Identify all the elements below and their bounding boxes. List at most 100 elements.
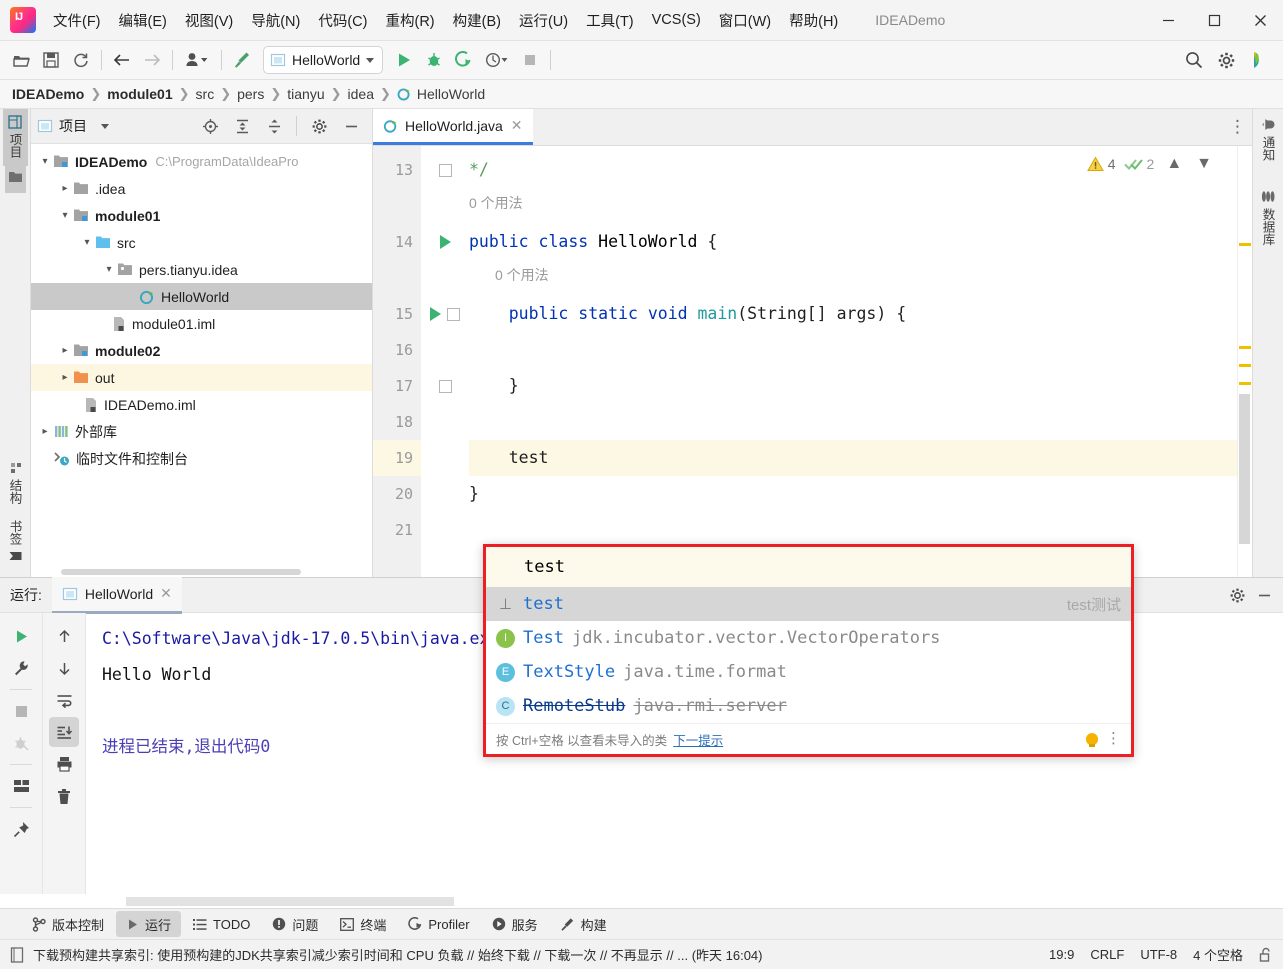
save-icon[interactable]	[36, 46, 66, 74]
warning-stripe[interactable]	[1239, 364, 1251, 367]
soft-wrap-icon[interactable]	[49, 685, 79, 715]
breadcrumb-item-0[interactable]: IDEADemo	[12, 86, 84, 102]
minimize-icon[interactable]	[1256, 587, 1273, 604]
status-button-profiler[interactable]: Profiler	[398, 911, 479, 937]
tree-row-package[interactable]: ▾ pers.tianyu.idea	[31, 256, 372, 283]
close-button[interactable]	[1237, 0, 1283, 40]
run-marker-gutter[interactable]	[421, 146, 469, 577]
status-button-services[interactable]: 服务	[482, 911, 548, 937]
unlocked-icon[interactable]	[1259, 947, 1273, 962]
warning-stripe[interactable]	[1239, 346, 1251, 349]
menu-item-code[interactable]: 代码(C)	[309, 6, 376, 35]
menu-item-navigate[interactable]: 导航(N)	[242, 6, 309, 35]
print-icon[interactable]	[49, 749, 79, 779]
expand-all-icon[interactable]	[227, 112, 257, 140]
completion-item[interactable]: I Test jdk.incubator.vector.VectorOperat…	[486, 621, 1131, 655]
collapse-all-icon[interactable]	[259, 112, 289, 140]
wrench-icon[interactable]	[6, 653, 36, 683]
breadcrumb-item-6[interactable]: HelloWorld	[417, 86, 485, 102]
user-icon[interactable]	[178, 46, 216, 74]
sidebar-item-folder[interactable]	[4, 166, 26, 193]
menu-item-build[interactable]: 构建(B)	[444, 6, 510, 35]
layout-icon[interactable]	[6, 771, 36, 801]
trash-icon[interactable]	[49, 781, 79, 811]
tree-row-idea-folder[interactable]: ▸ .idea	[31, 175, 372, 202]
folder-open-icon[interactable]	[6, 46, 36, 74]
stop-icon[interactable]	[6, 696, 36, 726]
tree-row-module01-iml[interactable]: module01.iml	[31, 310, 372, 337]
tree-row-scratches[interactable]: 临时文件和控制台	[31, 445, 372, 472]
sidebar-item-structure[interactable]: 结构	[3, 454, 28, 512]
editor-scrollbar-thumb[interactable]	[1239, 394, 1250, 544]
menu-item-vcs[interactable]: VCS(S)	[643, 8, 710, 32]
completion-item[interactable]: E TextStyle java.time.format	[486, 655, 1131, 689]
code-text[interactable]: */ 0 个用法 public class HelloWorld { 0 个用法…	[469, 146, 1237, 577]
status-button-terminal[interactable]: 终端	[330, 911, 396, 937]
more-vertical-icon[interactable]: ⋮	[1106, 731, 1121, 746]
error-stripe-marker-bar[interactable]	[1237, 146, 1252, 577]
debug-button[interactable]	[419, 46, 449, 74]
run-class-icon[interactable]	[439, 235, 451, 249]
chevron-down-icon[interactable]: ▾	[101, 264, 117, 275]
line-separator[interactable]: CRLF	[1090, 947, 1124, 962]
tree-row-ideademo-iml[interactable]: IDEADemo.iml	[31, 391, 372, 418]
chevron-down-icon[interactable]: ▼	[1196, 155, 1212, 173]
run-configuration-selector[interactable]: HelloWorld	[263, 46, 384, 74]
lightbulb-icon[interactable]	[1086, 733, 1098, 747]
status-button-run[interactable]: 运行	[116, 911, 182, 937]
status-button-problems[interactable]: 问题	[262, 911, 328, 937]
chevron-down-icon[interactable]	[101, 123, 109, 129]
breadcrumb-item-2[interactable]: src	[196, 86, 215, 102]
chevron-right-icon[interactable]: ▸	[37, 426, 53, 437]
completion-item[interactable]: C RemoteStub java.rmi.server	[486, 689, 1131, 723]
indent-setting[interactable]: 4 个空格	[1193, 945, 1243, 964]
gear-icon[interactable]	[304, 112, 334, 140]
chevron-down-icon[interactable]: ▾	[79, 237, 95, 248]
chevron-down-icon[interactable]: ▾	[37, 156, 53, 167]
fold-end-icon[interactable]	[438, 163, 452, 177]
tree-row-helloworld[interactable]: HelloWorld	[31, 283, 372, 310]
caret-position[interactable]: 19:9	[1049, 947, 1074, 962]
tab-helloworld-java[interactable]: HelloWorld.java ✕	[373, 109, 533, 145]
run-with-coverage-button[interactable]	[449, 46, 479, 74]
breadcrumb-item-1[interactable]: module01	[107, 86, 172, 102]
tree-row-module01[interactable]: ▾ module01	[31, 202, 372, 229]
inspection-widget[interactable]: 4 2 ▲ ▼	[1086, 149, 1218, 179]
profiler-button[interactable]	[479, 46, 515, 74]
menu-item-view[interactable]: 视图(V)	[176, 6, 242, 35]
tree-row-external-libraries[interactable]: ▸ 外部库	[31, 418, 372, 445]
status-button-build[interactable]: 构建	[550, 911, 617, 937]
run-tab-helloworld[interactable]: HelloWorld ✕	[51, 576, 182, 614]
arrow-down-icon[interactable]	[49, 653, 79, 683]
chevron-up-icon[interactable]: ▲	[1166, 155, 1182, 173]
locate-icon[interactable]	[195, 112, 225, 140]
menu-item-file[interactable]: 文件(F)	[44, 6, 110, 35]
project-horizontal-scrollbar[interactable]	[31, 567, 372, 577]
chevron-down-icon[interactable]	[366, 57, 375, 63]
gear-icon[interactable]	[1211, 46, 1241, 74]
menu-item-run[interactable]: 运行(U)	[510, 6, 577, 35]
code-view[interactable]: 13 14 15 16 17 18 19 20 21 */ 0 个用法 publ…	[373, 146, 1252, 577]
completion-item[interactable]: ⊥ test test测试	[486, 587, 1131, 621]
breadcrumb-item-4[interactable]: tianyu	[287, 86, 324, 102]
pin-icon[interactable]	[6, 814, 36, 844]
sidebar-item-notifications[interactable]: 通知	[1256, 109, 1281, 169]
tree-row-module02[interactable]: ▸ module02	[31, 337, 372, 364]
stop-button[interactable]	[515, 46, 545, 74]
fold-end-icon[interactable]	[438, 379, 452, 393]
breadcrumb-item-5[interactable]: idea	[348, 86, 374, 102]
sidebar-item-project[interactable]: 项目	[2, 109, 28, 166]
refresh-icon[interactable]	[66, 46, 96, 74]
gear-icon[interactable]	[1229, 587, 1246, 604]
tree-row-out[interactable]: ▸ out	[31, 364, 372, 391]
arrow-right-icon[interactable]	[137, 46, 167, 74]
status-button-version-control[interactable]: 版本控制	[22, 911, 114, 937]
debug-dim-icon[interactable]	[6, 728, 36, 758]
scroll-to-end-icon[interactable]	[49, 717, 79, 747]
menu-item-help[interactable]: 帮助(H)	[780, 6, 847, 35]
close-icon[interactable]: ✕	[160, 585, 172, 602]
hammer-icon[interactable]	[227, 46, 257, 74]
search-icon[interactable]	[1179, 46, 1209, 74]
completion-list[interactable]: ⊥ test test测试 I Test jdk.incubator.vecto…	[486, 587, 1131, 723]
console-horizontal-scrollbar[interactable]	[0, 894, 1283, 908]
